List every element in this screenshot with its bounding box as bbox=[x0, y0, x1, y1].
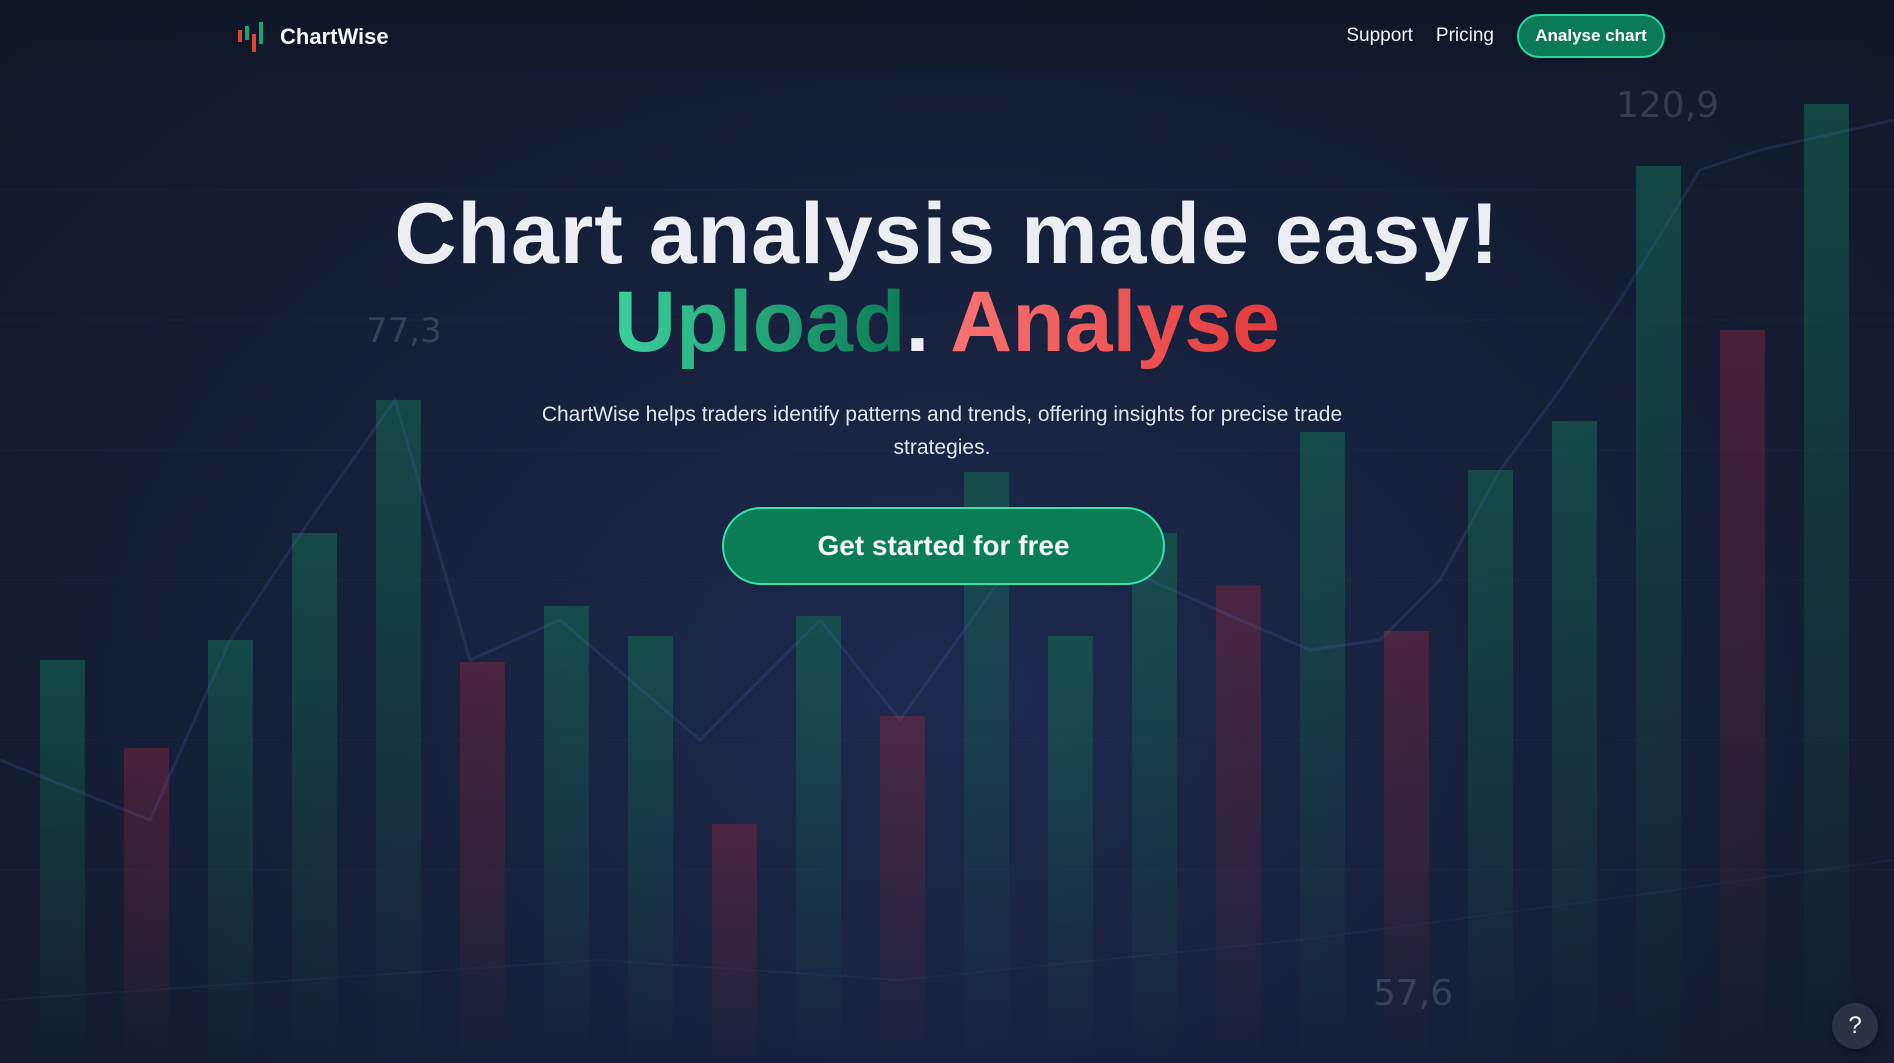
nav-menu: Support Pricing Analyse chart bbox=[1346, 14, 1665, 58]
nav-link-support[interactable]: Support bbox=[1346, 25, 1413, 47]
get-started-button[interactable]: Get started for free bbox=[722, 507, 1165, 585]
background-bar bbox=[1468, 470, 1513, 1063]
background-bar bbox=[1300, 432, 1345, 1063]
background-bar bbox=[544, 606, 589, 1063]
separator-dot: . bbox=[905, 274, 930, 370]
nav-link-pricing[interactable]: Pricing bbox=[1436, 25, 1494, 47]
background-bar bbox=[1132, 533, 1177, 1063]
candlestick-logo-icon bbox=[238, 22, 263, 52]
background-bar bbox=[1048, 636, 1093, 1063]
background-bar bbox=[376, 400, 421, 1063]
brand-name: ChartWise bbox=[280, 24, 389, 49]
word-analyse: Analyse bbox=[950, 274, 1280, 370]
word-upload: Upload bbox=[614, 274, 906, 370]
bg-label: 120,9 bbox=[1616, 85, 1719, 126]
analyse-chart-button[interactable]: Analyse chart bbox=[1517, 14, 1665, 58]
brand[interactable]: ChartWise bbox=[236, 20, 389, 54]
hero-subtitle: ChartWise helps traders identify pattern… bbox=[541, 403, 1343, 459]
background-bar bbox=[1216, 585, 1261, 1063]
background-bar bbox=[208, 640, 253, 1063]
question-mark-icon: ? bbox=[1848, 1012, 1862, 1039]
background-bar bbox=[712, 824, 757, 1063]
help-button[interactable]: ? bbox=[1832, 1003, 1878, 1049]
background-bar bbox=[880, 716, 925, 1063]
headline-tagline: Upload. Analyse bbox=[0, 278, 1894, 366]
hero-heading: Chart analysis made easy! Upload. Analys… bbox=[0, 190, 1894, 366]
headline: Chart analysis made easy! bbox=[394, 186, 1500, 282]
background-bar bbox=[1720, 330, 1765, 1063]
background-bar bbox=[40, 660, 85, 1063]
background-bar bbox=[628, 636, 673, 1063]
background-bar bbox=[292, 533, 337, 1063]
background-bar bbox=[1552, 421, 1597, 1063]
background-bar bbox=[796, 616, 841, 1063]
bg-label: 57,6 bbox=[1373, 973, 1453, 1014]
background-bar bbox=[460, 662, 505, 1063]
top-navigation-bar: ChartWise Support Pricing Analyse chart bbox=[0, 0, 1894, 72]
